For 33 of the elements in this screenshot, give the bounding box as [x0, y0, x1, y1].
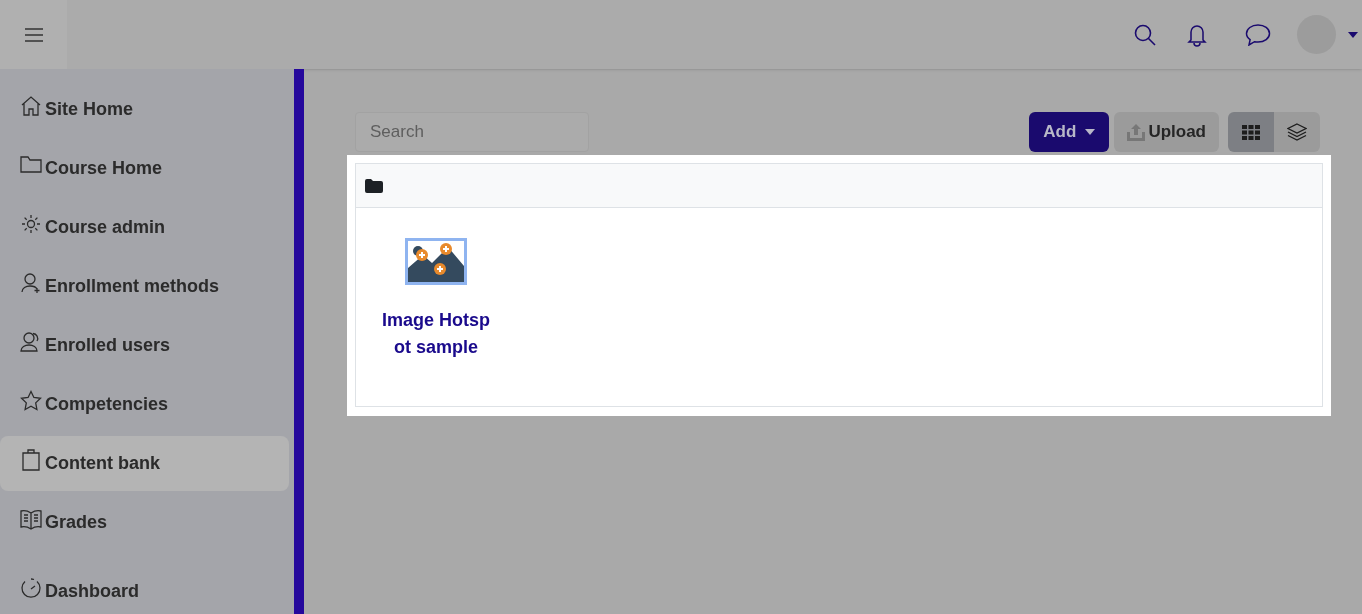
star-icon: [20, 390, 42, 412]
user-plus-icon: [20, 272, 42, 294]
chat-icon[interactable]: [1245, 23, 1271, 46]
clipboard-icon: [20, 449, 42, 471]
book-icon: [20, 508, 42, 530]
sidebar-item[interactable]: Enrolled users: [0, 318, 289, 373]
menu-icon[interactable]: [24, 27, 43, 42]
sidebar-item[interactable]: Content bank: [0, 436, 289, 491]
sidebar-item[interactable]: Grades: [0, 495, 289, 550]
caret-icon: [1085, 129, 1096, 135]
sidebar-item[interactable]: Enrollment methods: [0, 259, 289, 314]
image-hotspot-icon[interactable]: [405, 238, 467, 285]
upload-button[interactable]: Upload: [1114, 112, 1219, 152]
search-icon[interactable]: [1134, 23, 1156, 46]
sidebar-item[interactable]: Site Home: [0, 82, 289, 137]
sidebar-item[interactable]: Course admin: [0, 200, 289, 255]
folder-icon[interactable]: [365, 178, 383, 193]
content-item-link[interactable]: Image Hotspot sample: [380, 307, 492, 361]
add-button[interactable]: Add: [1029, 112, 1110, 152]
sidebar-item[interactable]: Course Home: [0, 141, 289, 196]
gauge-icon: [20, 577, 42, 599]
home-icon: [20, 95, 42, 117]
sidebar-item[interactable]: Competencies: [0, 377, 289, 432]
caret-icon[interactable]: [1348, 31, 1358, 38]
view-toggle-button[interactable]: [1274, 112, 1320, 152]
layers-icon: [1287, 123, 1307, 141]
search-field[interactable]: Search: [355, 112, 589, 152]
folder-icon: [20, 154, 42, 176]
upload-icon: [1127, 123, 1146, 141]
sidebar-item[interactable]: Dashboard: [0, 564, 289, 614]
grid-icon: [1242, 124, 1260, 140]
view-toggle-button[interactable]: [1228, 112, 1274, 152]
bell-icon[interactable]: [1187, 22, 1207, 47]
